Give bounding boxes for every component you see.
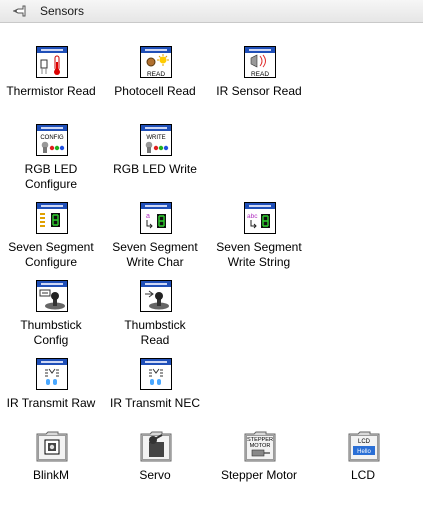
lcd-folder-icon: LCD Hello bbox=[348, 431, 380, 462]
svg-text:MOTOR: MOTOR bbox=[250, 443, 271, 449]
palette-item-label: IR Transmit NEC bbox=[109, 396, 200, 410]
palette-title-bar: Sensors bbox=[0, 0, 423, 23]
palette-item-ir-transmit-raw[interactable]: IR Transmit Raw bbox=[1, 358, 101, 430]
palette-item-thumbstick-config[interactable]: Thumbstick Config bbox=[1, 280, 101, 352]
svg-text:CONFIG: CONFIG bbox=[40, 135, 64, 141]
pin-icon[interactable] bbox=[13, 4, 27, 18]
rgb-led-write-icon: WRITE bbox=[140, 124, 172, 156]
ir-sensor-read-icon: READ bbox=[244, 46, 276, 78]
palette-item-rgb-led-configure[interactable]: CONFIG RGB LED Configure bbox=[1, 124, 101, 196]
palette-item-label: Seven Segment Configure bbox=[8, 240, 94, 269]
servo-folder-icon bbox=[140, 431, 172, 462]
palette-item-stepper-motor[interactable]: STEPPER MOTOR Stepper Motor bbox=[209, 430, 309, 502]
palette-item-ir-sensor-read[interactable]: READ IR Sensor Read bbox=[209, 46, 309, 118]
palette-item-label: IR Sensor Read bbox=[216, 84, 302, 98]
stepper-motor-folder-icon: STEPPER MOTOR bbox=[244, 431, 276, 462]
thumbstick-read-icon bbox=[140, 280, 172, 312]
thermistor-read-icon bbox=[36, 46, 68, 78]
svg-text:LCD: LCD bbox=[358, 439, 371, 445]
palette-item-label: IR Transmit Raw bbox=[6, 396, 96, 410]
palette-title: Sensors bbox=[40, 4, 85, 18]
palette-item-label: Seven Segment Write String bbox=[216, 240, 302, 269]
palette-item-label: BlinkM bbox=[32, 468, 69, 482]
palette-item-label: Servo bbox=[139, 468, 171, 482]
palette-item-thermistor-read[interactable]: Thermistor Read bbox=[1, 46, 101, 118]
svg-text:Hello: Hello bbox=[357, 449, 371, 455]
palette-item-servo[interactable]: Servo bbox=[105, 430, 205, 502]
palette-item-rgb-led-write[interactable]: WRITE RGB LED Write bbox=[105, 124, 205, 196]
palette-item-blinkm[interactable]: BlinkM bbox=[1, 430, 101, 502]
palette-item-label: Stepper Motor bbox=[220, 468, 298, 482]
palette-item-ir-transmit-nec[interactable]: IR Transmit NEC bbox=[105, 358, 205, 430]
palette-item-label: Thermistor Read bbox=[6, 84, 96, 98]
palette-item-lcd[interactable]: LCD Hello LCD bbox=[313, 430, 413, 502]
svg-text:WRITE: WRITE bbox=[146, 135, 165, 141]
ir-transmit-nec-icon bbox=[140, 358, 172, 390]
seven-segment-configure-icon bbox=[36, 202, 68, 234]
palette-item-label: Photocell Read bbox=[114, 84, 196, 98]
palette-item-label: Thumbstick Read bbox=[124, 318, 186, 347]
palette-item-thumbstick-read[interactable]: Thumbstick Read bbox=[105, 280, 205, 352]
palette-item-photocell-read[interactable]: READ Photocell Read bbox=[105, 46, 205, 118]
svg-text:READ: READ bbox=[147, 71, 165, 78]
seven-segment-write-string-icon: abc bbox=[244, 202, 276, 234]
palette-item-label: Seven Segment Write Char bbox=[112, 240, 198, 269]
palette-item-label: RGB LED Write bbox=[113, 162, 197, 176]
svg-text:abc: abc bbox=[247, 213, 258, 220]
seven-segment-write-char-icon: a bbox=[140, 202, 172, 234]
palette-item-label: RGB LED Configure bbox=[24, 162, 78, 191]
svg-text:a: a bbox=[146, 213, 150, 220]
palette-item-seven-segment-write-char[interactable]: a Seven Segment Write Char bbox=[105, 202, 205, 274]
svg-text:READ: READ bbox=[251, 71, 269, 78]
palette-item-seven-segment-configure[interactable]: Seven Segment Configure bbox=[1, 202, 101, 274]
palette-item-seven-segment-write-string[interactable]: abc Seven Segment Write String bbox=[209, 202, 309, 274]
ir-transmit-raw-icon bbox=[36, 358, 68, 390]
blinkm-folder-icon bbox=[36, 431, 68, 462]
photocell-read-icon: READ bbox=[140, 46, 172, 78]
palette-item-label: LCD bbox=[350, 468, 375, 482]
palette-item-label: Thumbstick Config bbox=[20, 318, 82, 347]
thumbstick-config-icon bbox=[36, 280, 68, 312]
rgb-led-configure-icon: CONFIG bbox=[36, 124, 68, 156]
